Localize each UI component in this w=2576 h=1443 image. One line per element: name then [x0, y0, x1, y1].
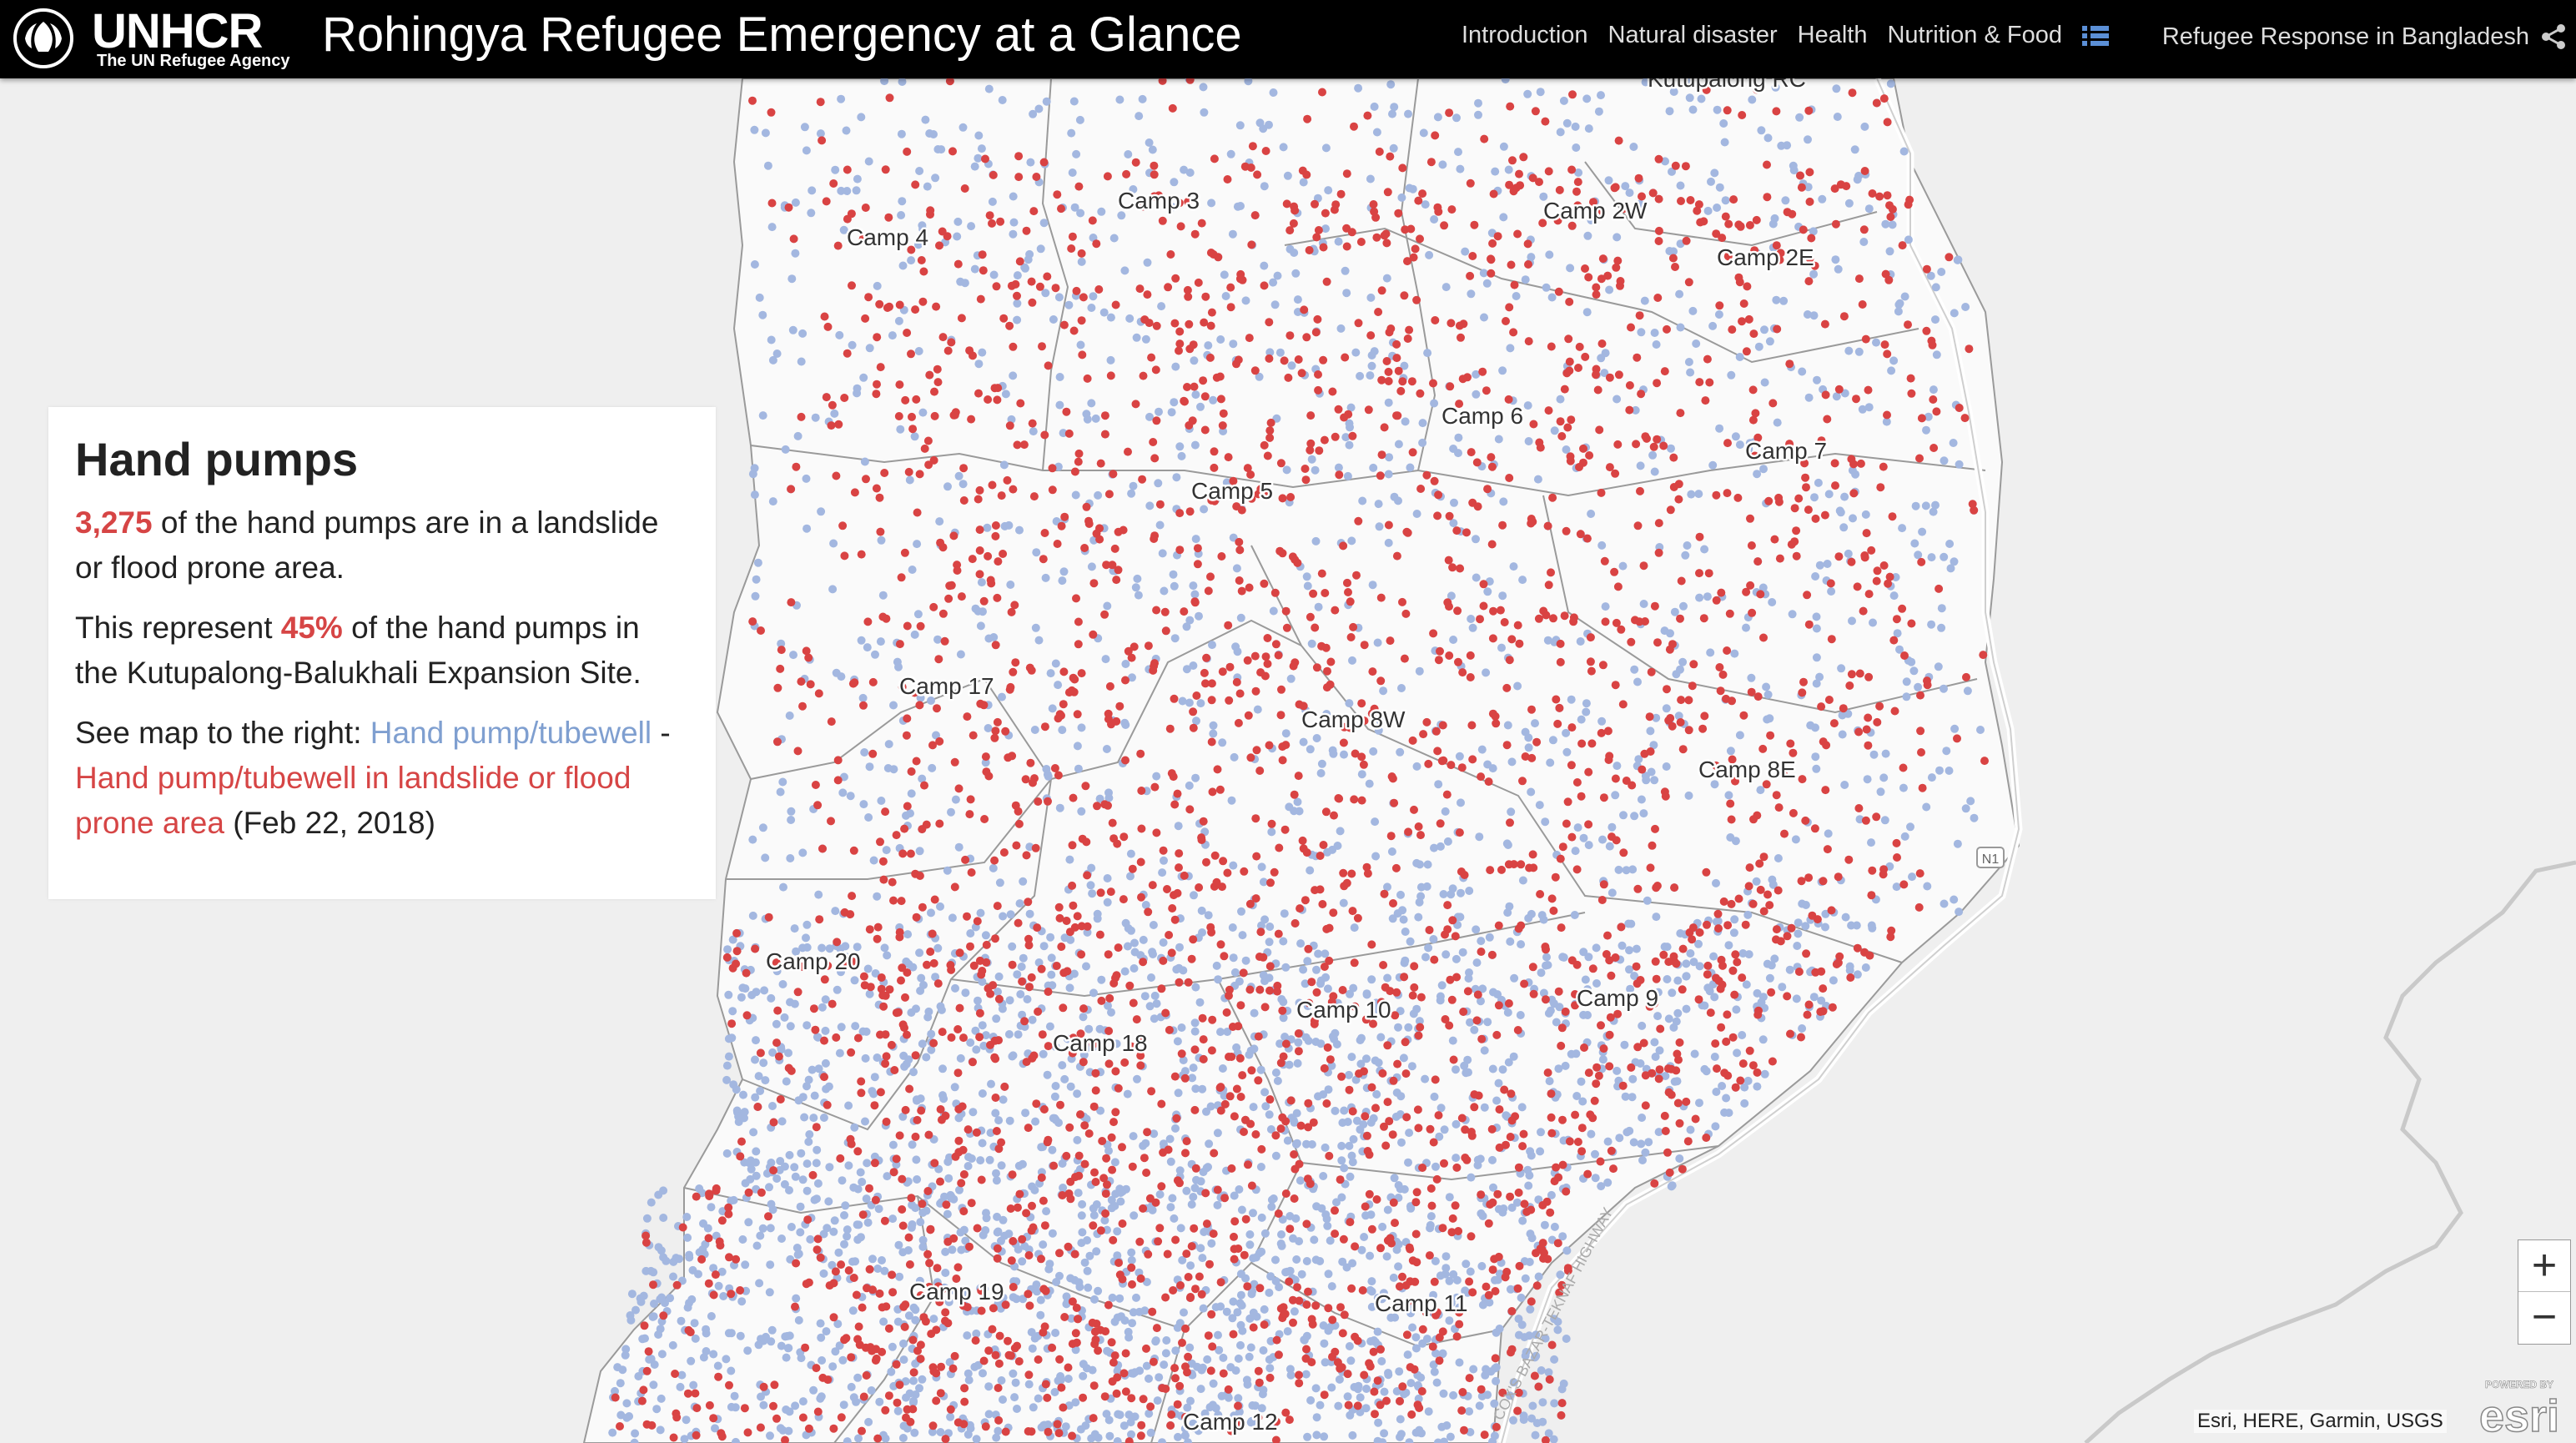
camp-label: Camp 11: [1375, 1290, 1468, 1316]
camp-label: Camp 7: [1745, 438, 1827, 464]
camp-label: Kutupalong RC: [1648, 78, 1806, 92]
panel-paragraph-3: See map to the right: Hand pump/tubewell…: [75, 716, 671, 840]
unhcr-logo-subtitle: The UN Refugee Agency: [97, 52, 290, 70]
camp-label: Camp 8E: [1698, 757, 1796, 782]
camp-label: Camp 18: [1053, 1030, 1148, 1056]
camp-label: Camp 6: [1441, 403, 1523, 429]
legend-date: (Feb 22, 2018): [224, 806, 435, 840]
road-shield-n1: N1: [1976, 847, 2005, 868]
camp-label: Camp 2W: [1543, 198, 1648, 224]
camp-label: Camp 8W: [1301, 706, 1406, 732]
camp-label: Camp 19: [909, 1279, 1004, 1305]
unhcr-logo-text[interactable]: UNHCR: [92, 3, 263, 59]
list-icon[interactable]: [2082, 24, 2109, 48]
share-icon[interactable]: [2539, 22, 2569, 52]
camp-label: Camp 5: [1191, 478, 1273, 504]
panel-title: Hand pumps: [75, 433, 359, 485]
main-nav: Introduction Natural disaster Health Nut…: [1462, 22, 2109, 49]
camp-label: Camp 2E: [1717, 244, 1814, 270]
refugee-response-link[interactable]: Refugee Response in Bangladesh: [2162, 23, 2529, 51]
risk-percentage: 45%: [280, 611, 343, 645]
nav-natural-disaster[interactable]: Natural disaster: [1608, 22, 1778, 49]
camp-label: Camp 12: [1183, 1409, 1278, 1435]
panel-paragraph-1: 3,275 of the hand pumps are in a landsli…: [75, 505, 659, 585]
road-label: N1: [1982, 852, 2000, 867]
zoom-in-button[interactable]: +: [2518, 1240, 2570, 1292]
nav-health[interactable]: Health: [1798, 22, 1868, 49]
camp-label: Camp 20: [766, 948, 861, 974]
camp-label: Camp 10: [1296, 997, 1391, 1023]
zoom-control: + −: [2518, 1239, 2571, 1345]
nav-nutrition-food[interactable]: Nutrition & Food: [1887, 22, 2062, 49]
camp-label: Camp 17: [899, 673, 994, 699]
info-panel: Hand pumps 3,275 of the hand pumps are i…: [48, 407, 716, 899]
zoom-out-button[interactable]: −: [2518, 1292, 2570, 1344]
nav-introduction[interactable]: Introduction: [1462, 22, 1588, 49]
risk-count: 3,275: [75, 505, 153, 540]
legend-normal: Hand pump/tubewell: [370, 716, 652, 750]
unhcr-emblem-icon: [13, 8, 73, 68]
esri-logo[interactable]: POWERED BY esri: [2466, 1376, 2573, 1443]
app-header: UNHCR The UN Refugee Agency Rohingya Ref…: [0, 0, 2576, 78]
page-title: Rohingya Refugee Emergency at a Glance: [322, 8, 1242, 62]
panel-paragraph-2: This represent 45% of the hand pumps in …: [75, 611, 641, 690]
map-attribution[interactable]: Esri, HERE, Garmin, USGS: [2194, 1410, 2447, 1433]
camp-label: Camp 3: [1118, 188, 1200, 214]
camp-label: Camp 9: [1577, 985, 1658, 1011]
camp-label: Camp 4: [847, 224, 928, 250]
